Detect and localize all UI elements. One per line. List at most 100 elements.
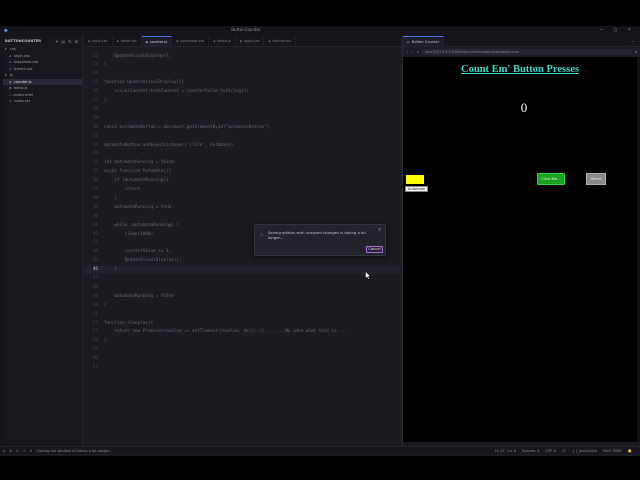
editor-tab-label: theme.css — [272, 39, 291, 43]
tab-button-counter[interactable]: ◎ Button Counter — [403, 36, 445, 46]
refresh-icon[interactable]: ↻ — [68, 39, 71, 44]
language-mode[interactable]: { } JavaScript — [572, 449, 597, 453]
encoding[interactable]: UTF-8 — [545, 449, 555, 453]
js-file-icon: JS — [9, 86, 12, 91]
line-number: 29 — [92, 115, 98, 121]
js-file-icon: JS — [9, 79, 12, 84]
line-number: 52 — [92, 320, 98, 326]
code-line: 45 UpdateVisualDisplay(); — [84, 257, 402, 265]
editor-tab-label: extra.js — [217, 39, 231, 43]
maximize-icon[interactable]: □ — [614, 27, 617, 33]
forward-icon[interactable]: › — [411, 49, 413, 54]
line-number: 53 — [92, 329, 98, 335]
code-line: 22 UpdateVisualDisplay(); — [84, 52, 402, 60]
code-line: 31 — [84, 132, 402, 140]
back-icon[interactable]: ‹ — [406, 49, 408, 54]
remote-icon[interactable]: ⌂ — [3, 449, 5, 453]
preview-tab-label: Button Counter — [411, 39, 440, 44]
file-name: tokyonise.css — [14, 60, 39, 65]
code-text: return — [104, 187, 141, 192]
editor-tab[interactable]: ▪ counter.js — [141, 36, 173, 46]
line-number: 32 — [92, 142, 98, 148]
line-number: 23 — [92, 62, 98, 68]
editor-tab[interactable]: ▪ notes.txt — [113, 36, 142, 46]
line-number: 56 — [92, 356, 98, 362]
css-file-icon: # — [9, 53, 12, 58]
code-text: function UpdateVisualDisplay(){ — [104, 80, 185, 86]
code-line: 54} — [84, 337, 402, 345]
url-input[interactable]: http://127.0.0.1:3000/index.html?vscode-… — [422, 48, 632, 55]
new-folder-icon[interactable]: ▤ — [62, 39, 66, 44]
reset-button[interactable]: Reset — [586, 173, 606, 185]
warning-count[interactable]: 0 — [30, 449, 32, 453]
line-number: 30 — [92, 124, 98, 130]
code-text: visualCounter.textContent = counterValue… — [104, 89, 249, 95]
collapse-icon[interactable]: ⊟ — [75, 39, 78, 44]
line-number: 34 — [92, 160, 98, 166]
code-line: 55 — [84, 346, 402, 354]
code-line: 29 — [84, 114, 402, 122]
error-icon[interactable]: ⊗ — [9, 449, 12, 453]
txt-file-icon: ≡ — [9, 99, 12, 104]
file-name: index.html — [14, 92, 34, 97]
line-number: 25 — [92, 80, 98, 86]
editor-tab[interactable]: ▪ style.css — [236, 36, 265, 46]
code-line: 33 — [84, 150, 402, 158]
code-text: counterValue += 1; — [104, 249, 172, 255]
line-number: 33 — [92, 151, 98, 157]
file-name: css — [10, 47, 16, 52]
line-number: 31 — [92, 133, 98, 139]
code-line: 26 visualCounter.textContent = counterVa… — [84, 88, 402, 96]
code-line: 32 automateButton.addEventListener('click… — [84, 141, 402, 149]
code-line: 56 — [84, 355, 402, 363]
editor-tab[interactable]: ▪ theme.css — [264, 36, 296, 46]
line-number: 39 — [92, 204, 98, 210]
menu-icon[interactable]: ≡ — [635, 49, 637, 54]
code-text: } — [104, 195, 117, 201]
editor-tab[interactable]: ▪ style.css — [84, 36, 113, 46]
editor-tab-bar: ▪ style.css ▪ notes.txt ▪ counter.js ▪ tokyonis… — [84, 36, 402, 47]
line-number: 48 — [92, 284, 98, 290]
cursor-position[interactable]: Ln 17, Col 6 — [495, 449, 516, 453]
code-line: 47 — [84, 275, 402, 283]
code-text: UpdateVisualDisplay(); — [104, 258, 182, 264]
cancel-button[interactable]: Cancel — [366, 246, 383, 253]
line-number: 41 — [92, 222, 98, 228]
code-line: 36 if (automateRunning){ — [84, 177, 402, 185]
indentation[interactable]: Spaces: 4 — [522, 449, 539, 453]
file-item[interactable]: ≡ notes.txt — [3, 98, 82, 105]
port-status[interactable]: Port: 3000 — [603, 449, 622, 453]
click-me-button[interactable]: Click Me... — [537, 173, 565, 185]
line-number: 24 — [92, 71, 98, 77]
editor-tab-label: style.css — [92, 39, 108, 43]
editor-tab-label: counter.js — [149, 39, 168, 44]
editor-tab[interactable]: ▪ tokyonise.css — [172, 36, 210, 46]
save-notification: ◌ Saving editors with unsaved changes is… — [254, 224, 386, 256]
code-text: } — [104, 62, 107, 68]
code-line: 38 } — [84, 194, 402, 202]
line-number: 27 — [92, 98, 98, 103]
line-number: 42 — [92, 231, 98, 237]
loading-spinner-icon: ◌ — [260, 232, 264, 238]
reload-icon[interactable]: ↻ — [417, 49, 419, 54]
new-file-icon[interactable]: + — [55, 39, 58, 44]
status-message: Closing the window is taking a bit longe… — [36, 448, 113, 453]
close-notification-icon[interactable]: × — [378, 227, 381, 233]
error-count[interactable]: 0 — [16, 449, 18, 453]
code-text: return new Promise(resolve => setTimeout… — [104, 329, 348, 335]
code-text: automateButton.addEventListener('click',… — [104, 142, 234, 148]
editor-tab[interactable]: ▪ extra.js — [209, 36, 236, 46]
editor-tab-label: tokyonise.css — [180, 39, 205, 43]
line-number: 49 — [92, 293, 98, 299]
notifications-icon[interactable]: 🔔 — [628, 449, 632, 453]
explorer-header: BUTTONCOUNTER + ▤ ↻ ⊟ — [3, 36, 82, 46]
title-bar: ◆ ButtonCounter – □ × — [0, 26, 640, 36]
code-text: automateRunning = false — [104, 293, 174, 299]
preview-url-bar: ‹ › ↻ http://127.0.0.1:3000/index.html?v… — [403, 47, 640, 56]
line-ending[interactable]: LF — [562, 449, 566, 453]
automate-button[interactable] — [406, 175, 424, 184]
more-actions-icon[interactable]: ⋯ — [632, 39, 640, 44]
close-window-icon[interactable]: × — [628, 27, 631, 33]
warning-icon[interactable]: ⚠ — [23, 449, 26, 453]
minimize-icon[interactable]: – — [600, 27, 603, 33]
